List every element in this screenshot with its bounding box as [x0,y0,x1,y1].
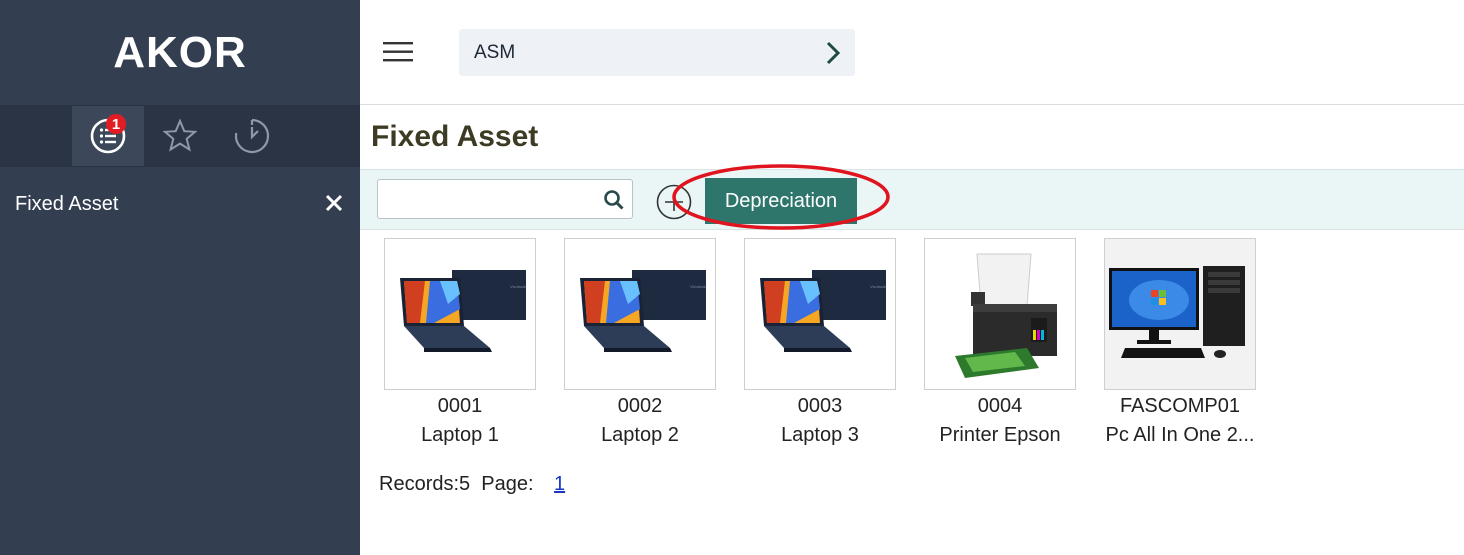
tab-favorites[interactable] [144,106,216,166]
notification-badge: 1 [106,114,126,134]
asset-thumbnail [924,238,1076,390]
toolbar: Depreciation [360,169,1464,230]
search-icon[interactable] [603,189,625,211]
sidebar-tabs: 1 [0,105,360,167]
sidebar: AKOR 1 Fixed Asset [0,0,360,555]
asset-card[interactable]: FASCOMP01 Pc All In One 2... [1104,238,1256,447]
star-icon [162,118,198,152]
laptop-image: Vivobook [580,270,706,352]
records-count: Records:5 Page: [379,473,534,495]
top-bar: ASM [360,0,1464,105]
plus-circle-icon[interactable] [656,184,692,220]
asset-name: Laptop 1 [421,424,499,446]
hamburger-icon[interactable] [382,38,414,66]
laptop-image: Vivobook [760,270,886,352]
sidebar-item-fixed-asset[interactable]: Fixed Asset [0,187,360,221]
svg-text:Vivobook: Vivobook [510,284,526,289]
asset-name: Pc All In One 2... [1105,424,1255,446]
asset-code: 0002 [617,395,663,417]
asset-name: Laptop 2 [601,424,679,446]
asset-name: Printer Epson [939,424,1061,446]
asset-thumbnail: Vivobook [744,238,896,390]
svg-text:Vivobook: Vivobook [690,284,706,289]
page-link-1[interactable]: 1 [554,473,565,496]
asset-thumbnail: Vivobook [384,238,536,390]
search-input[interactable] [377,179,633,219]
brand-logo-text: AKOR [113,27,247,77]
asset-code: 0003 [797,395,843,417]
sidebar-item-label: Fixed Asset [15,192,119,215]
depreciation-button[interactable]: Depreciation [705,178,857,224]
printer-image [955,253,1057,378]
asset-thumbnail: Vivobook [564,238,716,390]
breadcrumb[interactable]: ASM [459,29,855,76]
brand: AKOR [0,0,360,105]
asset-card[interactable]: Vivobook 0003 Laptop 3 [744,238,896,447]
chevron-right-icon [826,41,841,65]
asset-code: 0004 [977,395,1023,417]
close-icon[interactable] [322,191,346,215]
asset-card[interactable]: Vivobook 0002 Laptop 2 [564,238,716,447]
asset-card[interactable]: Vivobook 0001 Laptop 1 [384,238,536,447]
history-icon [234,118,270,154]
asset-card[interactable]: 0004 Printer Epson [924,238,1076,447]
breadcrumb-label: ASM [474,42,516,63]
tab-history[interactable] [216,106,288,166]
desktop-pc-image [1109,266,1245,358]
asset-name: Laptop 3 [781,424,859,446]
svg-text:Vivobook: Vivobook [870,284,886,289]
asset-thumbnail [1104,238,1256,390]
page-title: Fixed Asset [371,120,539,153]
laptop-image: Vivobook [400,270,526,352]
tab-menu-list[interactable]: 1 [72,106,144,166]
asset-code: 0001 [437,395,483,417]
asset-code: FASCOMP01 [1119,395,1241,417]
